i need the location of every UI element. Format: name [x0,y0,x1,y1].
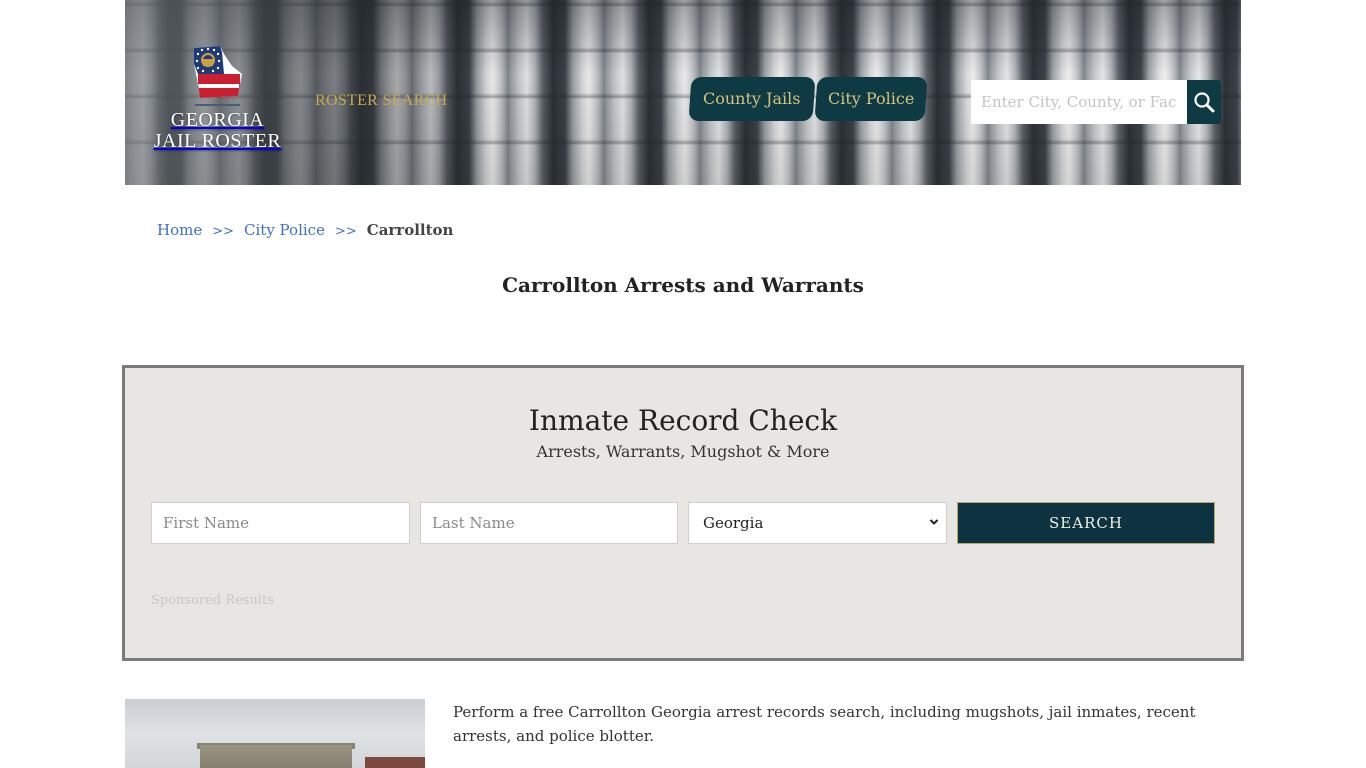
logo-line2: JAIL ROSTER [153,130,282,152]
record-search-button[interactable]: SEARCH [957,502,1215,544]
breadcrumb: Home >> City Police >> Carrollton [157,221,453,239]
logo-divider [195,104,240,106]
nav-county-jails[interactable]: County Jails [688,77,816,121]
intro-paragraph: Perform a free Carrollton Georgia arrest… [453,703,1196,745]
photo-building [200,745,352,768]
roster-search-link[interactable]: ROSTER SEARCH [315,92,447,110]
georgia-flag-map-icon [193,46,242,98]
site-logo[interactable]: GEORGIA JAIL ROSTER [150,44,285,164]
search-icon [1194,92,1215,113]
inmate-record-check-panel: Inmate Record Check Arrests, Warrants, M… [122,365,1244,661]
breadcrumb-home[interactable]: Home [157,221,202,239]
breadcrumb-current: Carrollton [366,221,454,239]
state-select[interactable]: Georgia [688,502,947,544]
first-name-field[interactable] [151,502,410,544]
nav-city-police-label: City Police [827,89,915,108]
breadcrumb-city-police[interactable]: City Police [244,221,325,239]
logo-line1: GEORGIA [170,109,265,131]
sponsored-results-label: Sponsored Results [151,593,274,608]
site-search-input[interactable] [971,80,1187,124]
record-check-subtitle: Arrests, Warrants, Mugshot & More [536,442,830,461]
city-hall-photo [125,699,425,768]
record-check-title: Inmate Record Check [528,404,838,437]
breadcrumb-separator: >> [212,224,235,239]
nav-city-police[interactable]: City Police [814,77,928,121]
breadcrumb-separator: >> [334,224,357,239]
site-search [971,80,1221,124]
nav-county-jails-label: County Jails [703,89,801,108]
last-name-field[interactable] [420,502,678,544]
site-search-button[interactable] [1187,80,1221,124]
photo-brick-building [365,757,425,768]
page-title: Carrollton Arrests and Warrants [502,273,864,297]
